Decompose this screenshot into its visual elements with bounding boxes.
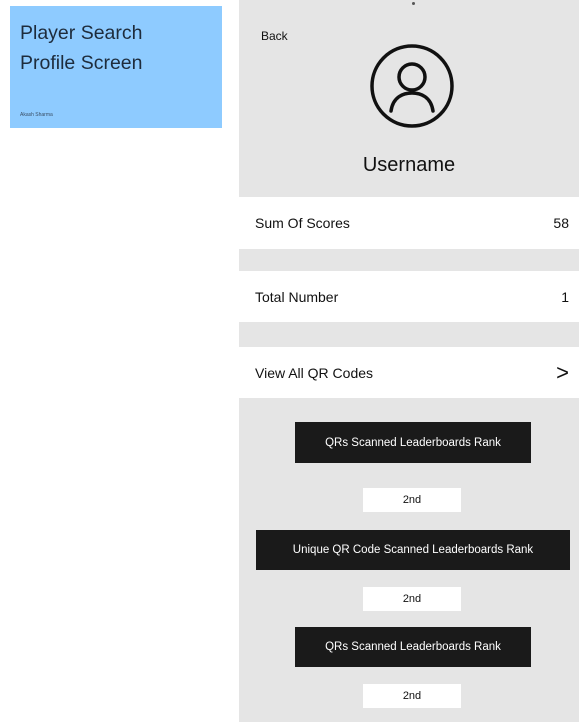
chevron-right-icon: > bbox=[556, 359, 569, 385]
view-all-qr-codes-button[interactable]: View All QR Codes > bbox=[239, 347, 579, 398]
back-button[interactable]: Back bbox=[261, 29, 288, 43]
stat-row-sum-of-scores: Sum Of Scores 58 bbox=[239, 197, 579, 249]
annotation-card: Player Search Profile Screen Akash Sharm… bbox=[10, 6, 222, 128]
top-indicator bbox=[412, 2, 415, 5]
qrs-scanned-rank-button[interactable]: QRs Scanned Leaderboards Rank bbox=[295, 422, 531, 463]
annotation-title: Player Search Profile Screen bbox=[20, 22, 143, 74]
qrs-scanned-rank-value-2: 2nd bbox=[363, 684, 461, 708]
stat-label: Total Number bbox=[255, 288, 339, 305]
view-all-label: View All QR Codes bbox=[255, 364, 374, 381]
stat-label: Sum Of Scores bbox=[255, 215, 350, 231]
stat-row-total-number: Total Number 1 bbox=[239, 271, 579, 322]
annotation-author: Akash Sharma bbox=[20, 112, 53, 118]
profile-screen: Back Username Sum Of Scores 58 Total Num… bbox=[239, 0, 579, 722]
username-label: Username bbox=[362, 154, 456, 176]
qrs-scanned-rank-button-2[interactable]: QRs Scanned Leaderboards Rank bbox=[295, 627, 531, 667]
unique-qr-rank-value: 2nd bbox=[363, 587, 461, 611]
stat-value: 58 bbox=[553, 215, 569, 231]
unique-qr-rank-button[interactable]: Unique QR Code Scanned Leaderboards Rank bbox=[256, 530, 570, 570]
user-circle-icon bbox=[370, 44, 454, 128]
qrs-scanned-rank-value: 2nd bbox=[363, 488, 461, 512]
stat-value: 1 bbox=[561, 288, 569, 305]
